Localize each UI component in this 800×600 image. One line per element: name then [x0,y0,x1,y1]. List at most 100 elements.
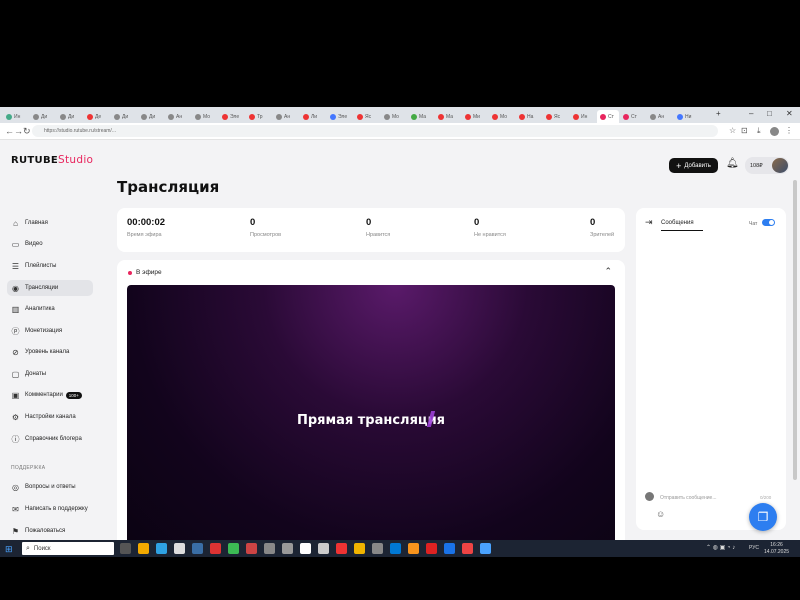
sidebar-item-5[interactable]: ⓟ Монетизация [11,325,63,337]
support-item-icon: ⚑ [11,526,20,536]
sidebar-item-3[interactable]: ◉ Трансляции [7,280,93,296]
chat-toggle[interactable] [762,219,775,226]
windows-start-icon[interactable]: ⊞ [5,544,13,555]
taskbar-app-icon[interactable] [426,543,437,554]
taskbar-app-icon[interactable] [156,543,167,554]
star-icon[interactable]: ☆ [729,126,736,135]
tab-title: Mo [392,113,399,120]
browser-tab[interactable]: Ми [462,110,488,123]
system-tray-icons[interactable]: ⌃ ◍ ▣ ◔ ♪ [706,544,735,551]
browser-tab[interactable]: На [516,110,542,123]
browser-tab[interactable]: Ан [647,110,673,123]
tab-favicon-icon [573,113,579,120]
maximize-button[interactable]: □ [767,109,772,118]
taskbar-app-icon[interactable] [246,543,257,554]
browser-tab[interactable]: Ли [300,110,326,123]
taskbar-app-icon[interactable] [138,543,149,554]
taskbar-search[interactable]: ⌕ Поиск [22,542,114,555]
chat-char-counter: 0/200 [760,495,772,500]
taskbar-app-icon[interactable] [444,543,455,554]
browser-tab[interactable]: Яс [354,110,380,123]
taskbar-app-icon[interactable] [174,543,185,554]
taskbar-app-icon[interactable] [192,543,203,554]
plus-icon: + [676,160,682,171]
support-chat-button[interactable]: ❐ [749,503,777,531]
browser-menu-icon[interactable]: ⋮ [785,126,793,135]
browser-tab[interactable]: Тр [246,110,272,123]
taskbar-app-icon[interactable] [390,543,401,554]
sidebar-item-9[interactable]: ⚙ Настройки канала [11,411,76,423]
taskbar-app-icon[interactable] [372,543,383,554]
browser-tab-active[interactable]: Ст [597,110,619,123]
browser-tab[interactable]: Яс [543,110,569,123]
browser-tab[interactable]: Ст [620,110,646,123]
reload-icon[interactable]: ↻ [23,126,31,137]
browser-tab[interactable]: Эле [219,110,245,123]
taskbar-app-icon[interactable] [408,543,419,554]
taskbar-app-icon[interactable] [318,543,329,554]
taskbar-app-icon[interactable] [228,543,239,554]
sidebar-item-6[interactable]: ⊘ Уровень канала [11,346,69,358]
browser-tab[interactable]: Мо [489,110,515,123]
rutube-studio-logo[interactable]: RUTUBEStudio [11,154,93,166]
browser-tab[interactable]: Ма [408,110,434,123]
taskbar-app-icon[interactable] [480,543,491,554]
minimize-button[interactable]: – [749,109,753,118]
tab-messages[interactable]: Сообщения [661,220,703,231]
browser-tab[interactable]: Ан [165,110,191,123]
support-item-1[interactable]: ✉ Написать в поддержку [11,503,88,515]
support-item-2[interactable]: ⚑ Пожаловаться [11,525,65,537]
sidebar-item-8[interactable]: ▣ Комментарии 100+ [11,389,82,401]
taskbar-app-icon[interactable] [264,543,275,554]
browser-tab[interactable]: Ди [138,110,164,123]
clock[interactable]: 16:26 14.07.2025 [764,542,789,555]
taskbar-app-icon[interactable] [210,543,221,554]
logo-studio: Studio [58,154,94,166]
taskbar-app-icon[interactable] [462,543,473,554]
profile-menu[interactable]: 108₽ [745,157,789,174]
browser-profile-icon[interactable] [770,127,779,136]
bell-icon[interactable]: 🔔︎ [726,158,739,169]
taskbar-app-icon[interactable] [282,543,293,554]
browser-tab[interactable]: Де [84,110,110,123]
sidebar-item-4[interactable]: ▥ Аналитика [11,303,55,315]
logo-main: RUTUBE [11,155,59,166]
collapse-chat-icon[interactable]: ⇥ [645,217,653,228]
browser-tab[interactable]: Эле [327,110,353,123]
browser-tab[interactable]: Мо [192,110,218,123]
browser-tab[interactable]: Ни [674,110,700,123]
close-window-button[interactable]: ✕ [786,109,793,118]
add-button[interactable]: + Добавить [669,158,718,173]
chevron-up-icon[interactable]: ⌃ [604,266,612,277]
language-indicator[interactable]: РУС [749,545,759,551]
back-icon[interactable]: ← [5,126,14,136]
browser-tab[interactable]: Ан [273,110,299,123]
sidebar-item-2[interactable]: ☰ Плейлисты [11,260,57,272]
browser-tab[interactable]: Ин [570,110,596,123]
emoji-icon[interactable]: ☺ [656,509,665,519]
browser-tab[interactable]: Ди [57,110,83,123]
browser-tab[interactable]: Ин [3,110,29,123]
browser-tab[interactable]: Mo [381,110,407,123]
page-scrollbar[interactable] [793,180,797,480]
browser-tab[interactable]: Ди [111,110,137,123]
sidebar-item-7[interactable]: ▢ Донаты [11,368,46,380]
sidebar-item-10[interactable]: ⓘ Справочник блогера [11,433,82,445]
chat-input[interactable]: Отправить сообщение... [660,495,717,501]
new-tab-button[interactable]: + [716,109,721,118]
browser-tab[interactable]: Ма [435,110,461,123]
url-input[interactable]: https://studio.rutube.ru/stream/... [32,125,718,137]
extensions-icon[interactable]: ⊡ [741,126,748,135]
forward-icon[interactable]: → [14,126,23,136]
sidebar-item-label: Трансляции [25,285,59,291]
downloads-icon[interactable]: ⤓ [757,126,761,136]
support-item-0[interactable]: ◎ Вопросы и ответы [11,481,76,493]
video-player[interactable]: Прямая трансляция [127,285,615,540]
browser-tab[interactable]: Ди [30,110,56,123]
sidebar-item-1[interactable]: ▭ Видео [11,238,43,250]
sidebar-item-0[interactable]: ⌂ Главная [11,217,48,229]
taskbar-app-icon[interactable] [300,543,311,554]
taskbar-app-icon[interactable] [354,543,365,554]
taskbar-app-icon[interactable] [120,543,131,554]
taskbar-app-icon[interactable] [336,543,347,554]
